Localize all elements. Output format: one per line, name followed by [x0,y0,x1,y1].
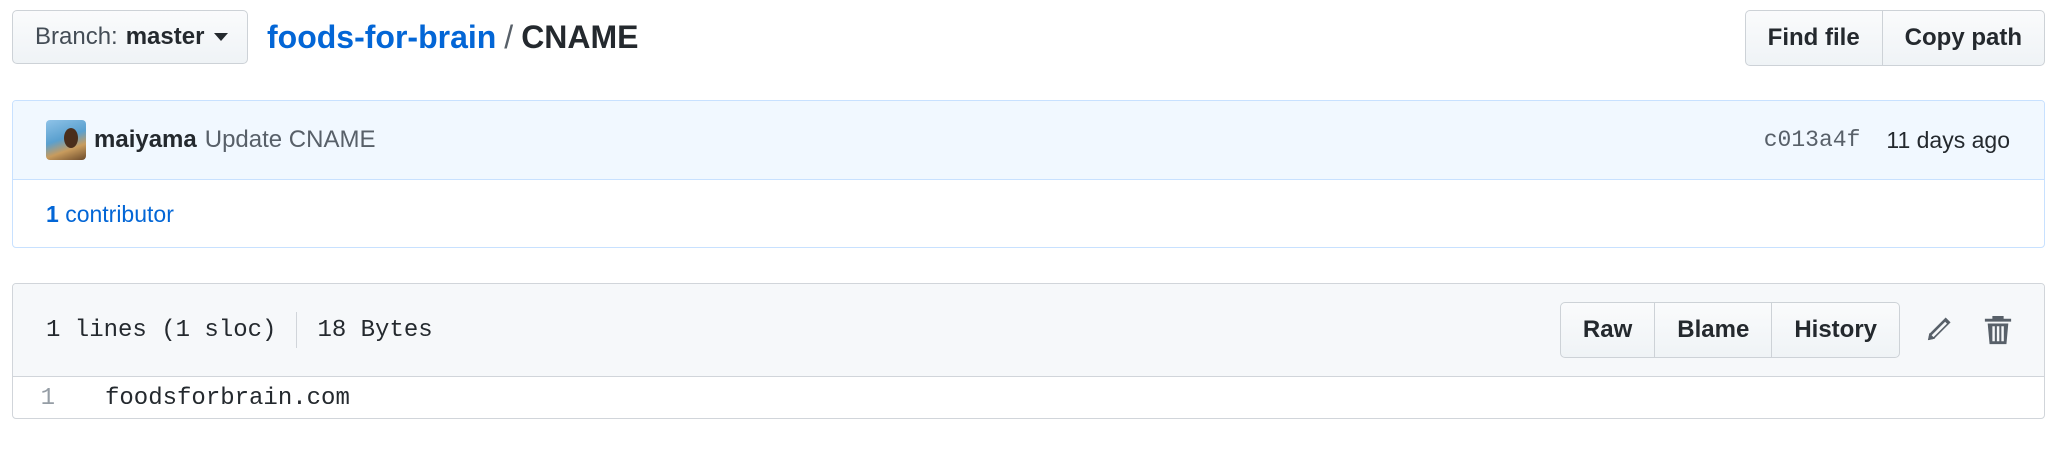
code-line: 1 foodsforbrain.com [13,377,2044,418]
branch-name: master [125,23,205,50]
branch-label: Branch: [35,23,118,50]
commit-meta: c013a4f 11 days ago [1764,101,2010,179]
file-actions: Raw Blame History [1559,302,2020,358]
contributors-bar: 1 contributor [13,180,2044,247]
breadcrumb-repo-link[interactable]: foods-for-brain [267,19,496,55]
breadcrumb-separator: / [504,19,514,55]
code-text: foodsforbrain.com [105,384,350,412]
contributors-link[interactable]: 1 contributor [46,201,174,228]
commit-sha[interactable]: c013a4f [1764,127,1861,153]
file-info: 1 lines (1 sloc) 18 Bytes [13,312,433,348]
file-size: 18 Bytes [317,316,433,344]
caret-down-icon [214,33,229,41]
file-viewer: 1 lines (1 sloc) 18 Bytes Raw Blame Hist… [12,283,2045,419]
file-info-divider [296,312,298,348]
history-button[interactable]: History [1772,302,1900,358]
trash-icon[interactable] [1976,308,2020,352]
branch-selector-button[interactable]: Branch: master [12,10,248,64]
file-page: Branch: master foods-for-brain / CNAME Fin… [0,0,2057,466]
line-number[interactable]: 1 [13,385,95,412]
commit-tease: maiyama Update CNAME c013a4f 11 days ago… [12,100,2045,248]
breadcrumb-file: CNAME [521,19,639,55]
file-line-count: 1 lines (1 sloc) [46,316,277,344]
commit-author[interactable]: maiyama [94,126,197,154]
commit-time: 11 days ago [1886,126,2010,153]
contributors-label: contributor [65,200,174,227]
blame-button[interactable]: Blame [1655,302,1773,358]
breadcrumb: foods-for-brain / CNAME [267,18,639,56]
contributors-count: 1 [46,200,59,227]
file-nav-buttons: Find file Copy path [1744,10,2045,66]
latest-commit: maiyama Update CNAME c013a4f 11 days ago [13,101,2044,180]
copy-path-button[interactable]: Copy path [1882,10,2045,66]
avatar[interactable] [46,120,86,160]
commit-message[interactable]: Update CNAME [205,126,376,154]
find-file-button[interactable]: Find file [1744,10,1883,66]
file-navigation: Branch: master foods-for-brain / CNAME Fin… [12,10,2045,66]
file-header: 1 lines (1 sloc) 18 Bytes Raw Blame Hist… [13,284,2044,377]
pencil-icon[interactable] [1916,308,1960,352]
raw-button[interactable]: Raw [1559,302,1656,358]
